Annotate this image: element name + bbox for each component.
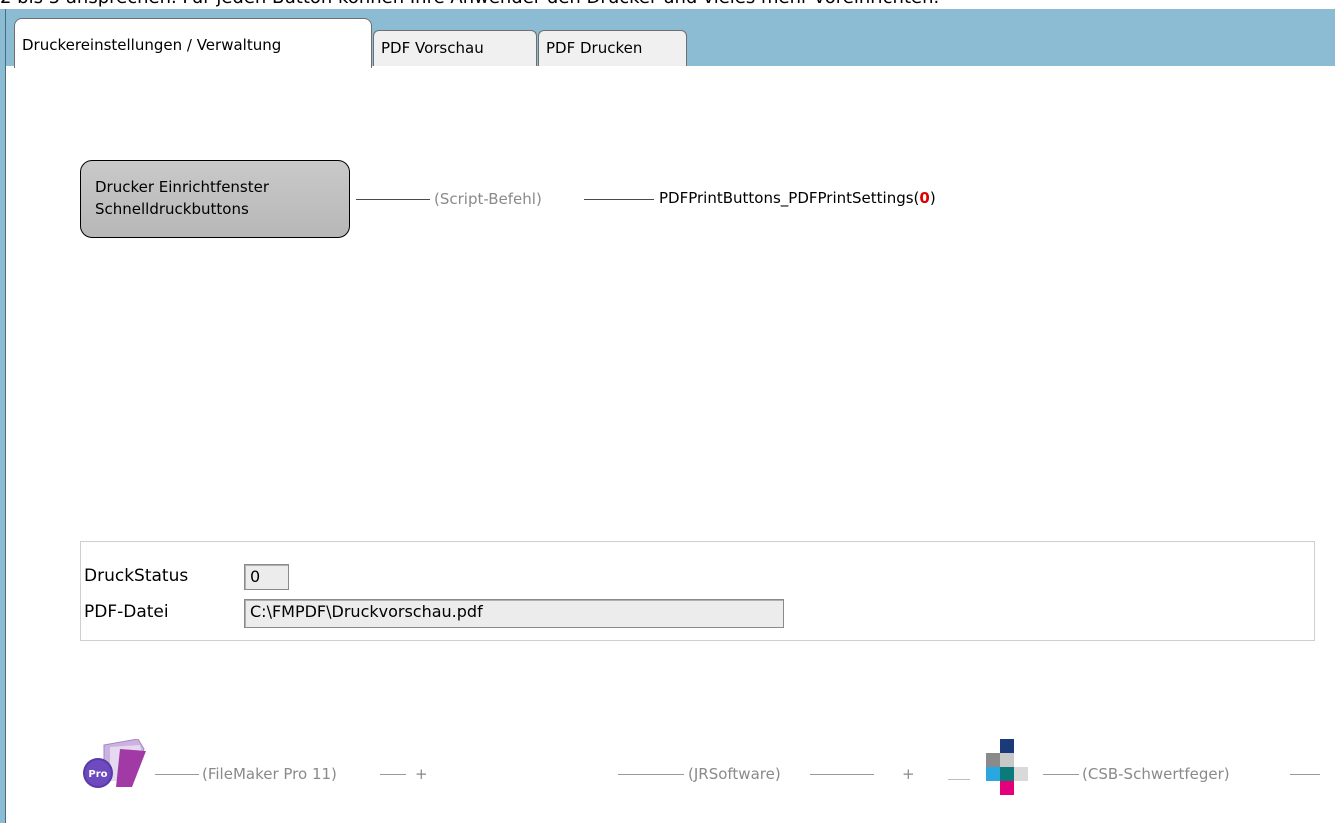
connector-line [810,774,874,775]
pdf-datei-label: PDF-Datei [84,602,169,622]
filemaker-pro-icon: Pro [83,739,146,788]
plus-sign: + [902,765,915,783]
description-text-strip: 2 bis 5 ansprechen. Für jeden Button kön… [0,0,1335,9]
connector-line [1290,774,1320,775]
print-status-panel: DruckStatus 0 PDF-Datei C:\FMPDF\Druckvo… [80,541,1315,641]
printer-setup-button-line1: Drucker Einrichtfenster [95,178,270,196]
tab-label: PDF Vorschau [381,39,484,57]
csb-schwertfeger-label: (CSB-Schwertfeger) [1082,765,1230,783]
csb-schwertfeger-logo-icon [948,739,1028,795]
filemaker-label: (FileMaker Pro 11) [202,765,337,783]
tab-pdf-drucken[interactable]: PDF Drucken [538,30,687,66]
jrsoftware-label: (JRSoftware) [688,765,781,783]
script-command-arg: 0 [919,189,930,207]
tab-pdf-vorschau[interactable]: PDF Vorschau [373,30,537,66]
connector-line [155,774,199,775]
tab-label: PDF Drucken [546,39,643,57]
connector-line [584,199,654,200]
connector-line [356,199,430,200]
connector-line [1043,774,1079,775]
filemaker-badge-text: Pro [88,769,107,780]
description-text: 2 bis 5 ansprechen. Für jeden Button kön… [0,0,939,8]
script-command-close: ) [929,189,936,207]
printer-setup-button[interactable]: Drucker Einrichtfenster Schnelldruckbutt… [80,160,350,238]
script-command-label: (Script-Befehl) [434,190,542,208]
tab-druckereinstellungen[interactable]: Druckereinstellungen / Verwaltung [14,18,372,68]
connector-line [380,774,406,775]
tab-label: Druckereinstellungen / Verwaltung [22,36,282,54]
druckstatus-field[interactable]: 0 [244,564,289,590]
connector-line [618,774,684,775]
plus-sign: + [415,765,428,783]
pdf-datei-field[interactable]: C:\FMPDF\Druckvorschau.pdf [244,599,784,628]
printer-setup-button-line2: Schnelldruckbuttons [95,200,249,218]
druckstatus-label: DruckStatus [84,566,189,586]
script-command-text: PDFPrintButtons_PDFPrintSettings(0) [659,189,936,207]
script-command-name: PDFPrintButtons_PDFPrintSettings( [659,189,920,207]
